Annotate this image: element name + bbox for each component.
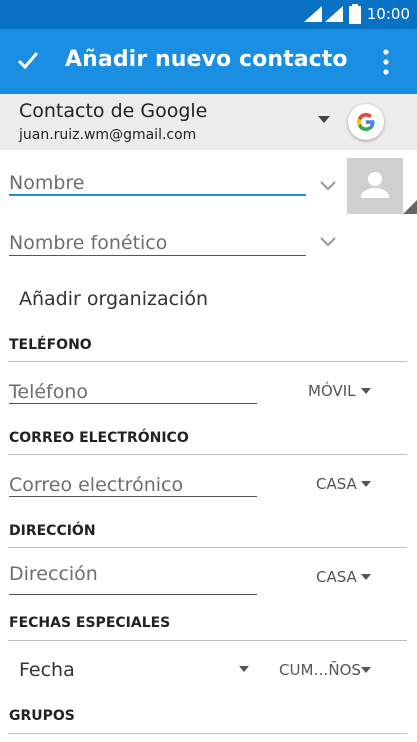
status-time: 10:00 bbox=[366, 5, 410, 23]
email-input[interactable]: Correo electrónico bbox=[9, 474, 183, 496]
battery-icon bbox=[349, 4, 361, 24]
person-avatar-icon bbox=[361, 172, 389, 198]
cell-signal-icon bbox=[325, 6, 343, 22]
email-type-arrow-icon bbox=[361, 481, 371, 487]
phone-underline bbox=[9, 403, 257, 404]
account-selector[interactable]: Contacto de Google juan.ruiz.wm@gmail.co… bbox=[0, 94, 417, 150]
phone-section-header: TELÉFONO bbox=[9, 337, 92, 353]
groups-section-header: GRUPOS bbox=[9, 708, 75, 724]
address-type-arrow-icon bbox=[361, 574, 371, 580]
app-bar: Añadir nuevo contacto bbox=[0, 29, 417, 94]
status-bar: 10:00 bbox=[0, 0, 417, 29]
phonetic-underline bbox=[9, 255, 306, 256]
more-options-icon[interactable] bbox=[378, 47, 394, 77]
address-type-select[interactable]: CASA bbox=[316, 568, 357, 586]
dates-section-header: FECHAS ESPECIALES bbox=[9, 615, 171, 631]
address-input[interactable]: Dirección bbox=[9, 563, 98, 585]
photo-corner-indicator bbox=[403, 200, 417, 214]
wifi-signal-icon bbox=[304, 6, 322, 22]
save-check-icon[interactable] bbox=[17, 49, 39, 71]
phone-divider bbox=[8, 361, 407, 362]
address-underline bbox=[9, 594, 257, 595]
email-underline bbox=[9, 496, 257, 497]
date-type-arrow-icon bbox=[361, 667, 371, 673]
add-organization-button[interactable]: Añadir organización bbox=[19, 288, 208, 310]
email-divider bbox=[8, 454, 407, 455]
dropdown-arrow-icon bbox=[318, 116, 330, 123]
date-dropdown-arrow-icon bbox=[239, 666, 249, 672]
phone-type-arrow-icon bbox=[361, 388, 371, 394]
groups-divider bbox=[8, 733, 407, 734]
page-title: Añadir nuevo contacto bbox=[65, 47, 348, 72]
date-type-select[interactable]: CUM…ÑOS bbox=[279, 661, 361, 679]
dates-divider bbox=[8, 640, 407, 641]
date-picker[interactable]: Fecha bbox=[19, 659, 75, 681]
expand-name-chevron-icon[interactable] bbox=[320, 181, 336, 191]
contact-photo[interactable] bbox=[347, 158, 403, 214]
name-input[interactable]: Nombre bbox=[9, 172, 85, 194]
phone-type-select[interactable]: MÓVIL bbox=[308, 382, 356, 400]
google-logo-icon bbox=[348, 104, 384, 140]
email-type-select[interactable]: CASA bbox=[316, 475, 357, 493]
account-type: Contacto de Google bbox=[19, 100, 208, 122]
email-section-header: CORREO ELECTRÓNICO bbox=[9, 430, 189, 446]
phonetic-name-input[interactable]: Nombre fonético bbox=[9, 232, 167, 254]
account-email: juan.ruiz.wm@gmail.com bbox=[19, 127, 197, 143]
address-divider bbox=[8, 547, 407, 548]
name-underline bbox=[9, 194, 306, 196]
address-section-header: DIRECCIÓN bbox=[9, 523, 96, 539]
phone-input[interactable]: Teléfono bbox=[9, 381, 88, 403]
expand-phonetic-chevron-icon[interactable] bbox=[320, 237, 336, 247]
